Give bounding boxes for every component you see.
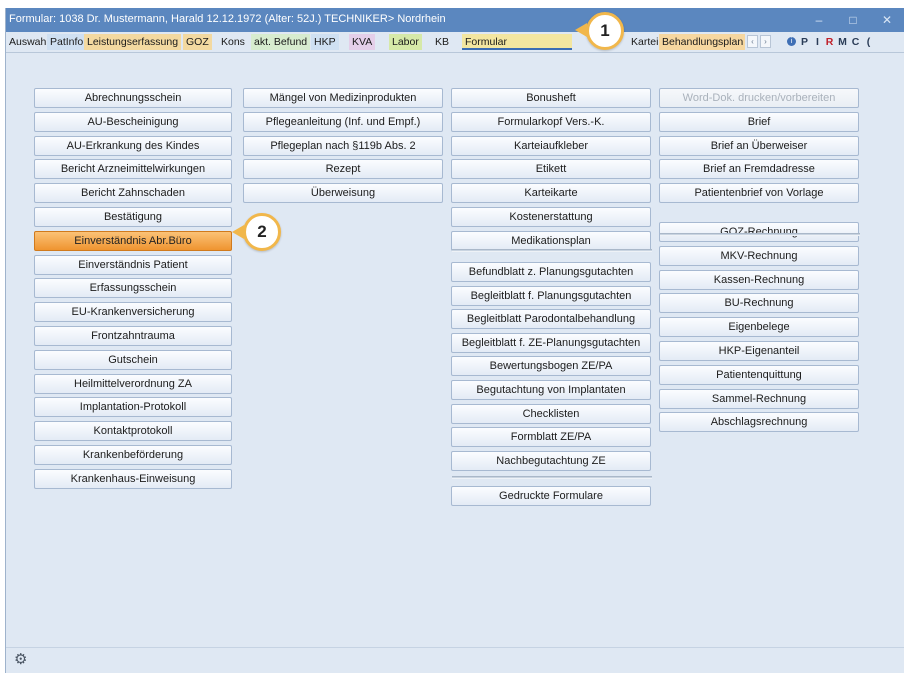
callout-pointer-2 [232, 225, 244, 239]
tab-kb[interactable]: KB [432, 34, 452, 50]
form-button-begutachtung-von-implantaten[interactable]: Begutachtung von Implantaten [451, 380, 651, 400]
form-button-karteikarte[interactable]: Karteikarte [451, 183, 651, 203]
form-button-gedruckte-formulare[interactable]: Gedruckte Formulare [451, 486, 651, 506]
form-button-frontzahntrauma[interactable]: Frontzahntrauma [34, 326, 232, 346]
form-button-implantation-protokoll[interactable]: Implantation-Protokoll [34, 397, 232, 417]
gear-icon[interactable]: ⚙ [14, 652, 30, 668]
form-button-brief[interactable]: Brief [659, 112, 859, 132]
tab-patinfo[interactable]: PatInfo [47, 34, 87, 50]
form-button-formularkopf-vers-k[interactable]: Formularkopf Vers.-K. [451, 112, 651, 132]
form-button-überweisung[interactable]: Überweisung [243, 183, 443, 203]
form-button-befundblatt-z-planungsgutachten[interactable]: Befundblatt z. Planungsgutachten [451, 262, 651, 282]
form-button-word-dok-drucken-vorbereiten: Word-Dok. drucken/vorbereiten [659, 88, 859, 108]
form-button-bericht-zahnschaden[interactable]: Bericht Zahnschaden [34, 183, 232, 203]
scroll-left-icon[interactable]: ‹ [747, 35, 758, 48]
form-button-au-erkrankung-des-kindes[interactable]: AU-Erkrankung des Kindes [34, 136, 232, 156]
close-button[interactable]: ✕ [874, 11, 900, 29]
form-button-checklisten[interactable]: Checklisten [451, 404, 651, 424]
tab-labor[interactable]: Labor [389, 34, 422, 50]
tab-goz[interactable]: GOZ [183, 34, 212, 50]
toolbar-letter-r[interactable]: R [824, 35, 835, 49]
form-button-begleitblatt-f-ze-planungsgutachten[interactable]: Begleitblatt f. ZE-Planungsgutachten [451, 333, 651, 353]
form-button-pflegeanleitung-inf-und-empf[interactable]: Pflegeanleitung (Inf. und Empf.) [243, 112, 443, 132]
tab-kons[interactable]: Kons [218, 34, 248, 50]
form-button-karteiaufkleber[interactable]: Karteiaufkleber [451, 136, 651, 156]
form-button-bericht-arzneimittelwirkungen[interactable]: Bericht Arzneimittelwirkungen [34, 159, 232, 179]
form-button-formblatt-ze-pa[interactable]: Formblatt ZE/PA [451, 427, 651, 447]
form-button-begleitblatt-f-planungsgutachten[interactable]: Begleitblatt f. Planungsgutachten [451, 286, 651, 306]
form-button-hkp-eigenanteil[interactable]: HKP-Eigenanteil [659, 341, 859, 361]
form-button-pflegeplan-nach-119b-abs-2[interactable]: Pflegeplan nach §119b Abs. 2 [243, 136, 443, 156]
callout-pointer-1 [575, 23, 587, 37]
toolbar-letter-m[interactable]: M [837, 35, 848, 49]
callout-2: 2 [243, 213, 281, 251]
form-button-bestätigung[interactable]: Bestätigung [34, 207, 232, 227]
minimize-button[interactable]: – [806, 11, 832, 29]
tab-formular[interactable]: Formular [462, 34, 572, 50]
form-button-au-bescheinigung[interactable]: AU-Bescheinigung [34, 112, 232, 132]
toolbar-letter-i[interactable]: I [812, 35, 823, 49]
form-button-eigenbelege[interactable]: Eigenbelege [659, 317, 859, 337]
form-button-krankenbeförderung[interactable]: Krankenbeförderung [34, 445, 232, 465]
form-button-abrechnungsschein[interactable]: Abrechnungsschein [34, 88, 232, 108]
window-title: Formular: 1038 Dr. Mustermann, Harald 12… [9, 13, 446, 25]
form-button-brief-an-überweiser[interactable]: Brief an Überweiser [659, 136, 859, 156]
form-button-sammel-rechnung[interactable]: Sammel-Rechnung [659, 389, 859, 409]
form-button-medikationsplan[interactable]: Medikationsplan [451, 231, 651, 251]
toolbar-letter-more[interactable]: ( [863, 35, 874, 49]
form-button-heilmittelverordnung-za[interactable]: Heilmittelverordnung ZA [34, 374, 232, 394]
form-button-kassen-rechnung[interactable]: Kassen-Rechnung [659, 270, 859, 290]
tab-hkp[interactable]: HKP [311, 34, 339, 50]
status-bar: ⚙ [6, 647, 904, 673]
form-button-etikett[interactable]: Etikett [451, 159, 651, 179]
form-button-eu-krankenversicherung[interactable]: EU-Krankenversicherung [34, 302, 232, 322]
app-window: Formular: 1038 Dr. Mustermann, Harald 12… [5, 8, 904, 673]
tab-auswahl[interactable]: Auswahl [6, 34, 52, 50]
form-button-gutschein[interactable]: Gutschein [34, 350, 232, 370]
form-button-bewertungsbogen-ze-pa[interactable]: Bewertungsbogen ZE/PA [451, 356, 651, 376]
toolbar-letter-c[interactable]: C [850, 35, 861, 49]
form-button-erfassungsschein[interactable]: Erfassungsschein [34, 278, 232, 298]
form-button-brief-an-fremdadresse[interactable]: Brief an Fremdadresse [659, 159, 859, 179]
scroll-right-icon[interactable]: › [760, 35, 771, 48]
form-button-mängel-von-medizinprodukten[interactable]: Mängel von Medizinprodukten [243, 88, 443, 108]
form-button-nachbegutachtung-ze[interactable]: Nachbegutachtung ZE [451, 451, 651, 471]
column3-separator-2 [452, 476, 652, 479]
form-button-begleitblatt-parodontalbehandlung[interactable]: Begleitblatt Parodontalbehandlung [451, 309, 651, 329]
form-button-mkv-rechnung[interactable]: MKV-Rechnung [659, 246, 859, 266]
form-button-abschlagsrechnung[interactable]: Abschlagsrechnung [659, 412, 859, 432]
form-button-patientenquittung[interactable]: Patientenquittung [659, 365, 859, 385]
tab-kva[interactable]: KVA [349, 34, 376, 50]
form-button-rezept[interactable]: Rezept [243, 159, 443, 179]
module-tab-bar: Auswahl PatInfo Leistungserfassung GOZ K… [6, 32, 904, 53]
column4-separator [660, 233, 860, 236]
column3-separator-1 [452, 249, 652, 252]
callout-1: 1 [586, 12, 624, 50]
title-bar: Formular: 1038 Dr. Mustermann, Harald 12… [6, 8, 904, 32]
maximize-button[interactable]: □ [840, 11, 866, 29]
form-button-goz-rechnung[interactable]: GOZ-Rechnung [659, 222, 859, 242]
tab-behandlungsplan[interactable]: Behandlungsplan [659, 34, 745, 50]
form-button-kontaktprotokoll[interactable]: Kontaktprotokoll [34, 421, 232, 441]
tab-kartei[interactable]: Kartei [628, 34, 661, 50]
tab-leistungserfassung[interactable]: Leistungserfassung [84, 34, 182, 50]
tab-akt-befund[interactable]: akt. Befund [251, 34, 311, 50]
info-icon[interactable]: i [787, 37, 796, 46]
form-button-einverständnis-patient[interactable]: Einverständnis Patient [34, 255, 232, 275]
form-button-einverständnis-abr-büro[interactable]: Einverständnis Abr.Büro [34, 231, 232, 251]
form-button-bonusheft[interactable]: Bonusheft [451, 88, 651, 108]
form-button-bu-rechnung[interactable]: BU-Rechnung [659, 293, 859, 313]
form-button-kostenerstattung[interactable]: Kostenerstattung [451, 207, 651, 227]
toolbar-letter-p[interactable]: P [799, 35, 810, 49]
form-button-krankenhaus-einweisung[interactable]: Krankenhaus-Einweisung [34, 469, 232, 489]
form-button-patientenbrief-von-vorlage[interactable]: Patientenbrief von Vorlage [659, 183, 859, 203]
